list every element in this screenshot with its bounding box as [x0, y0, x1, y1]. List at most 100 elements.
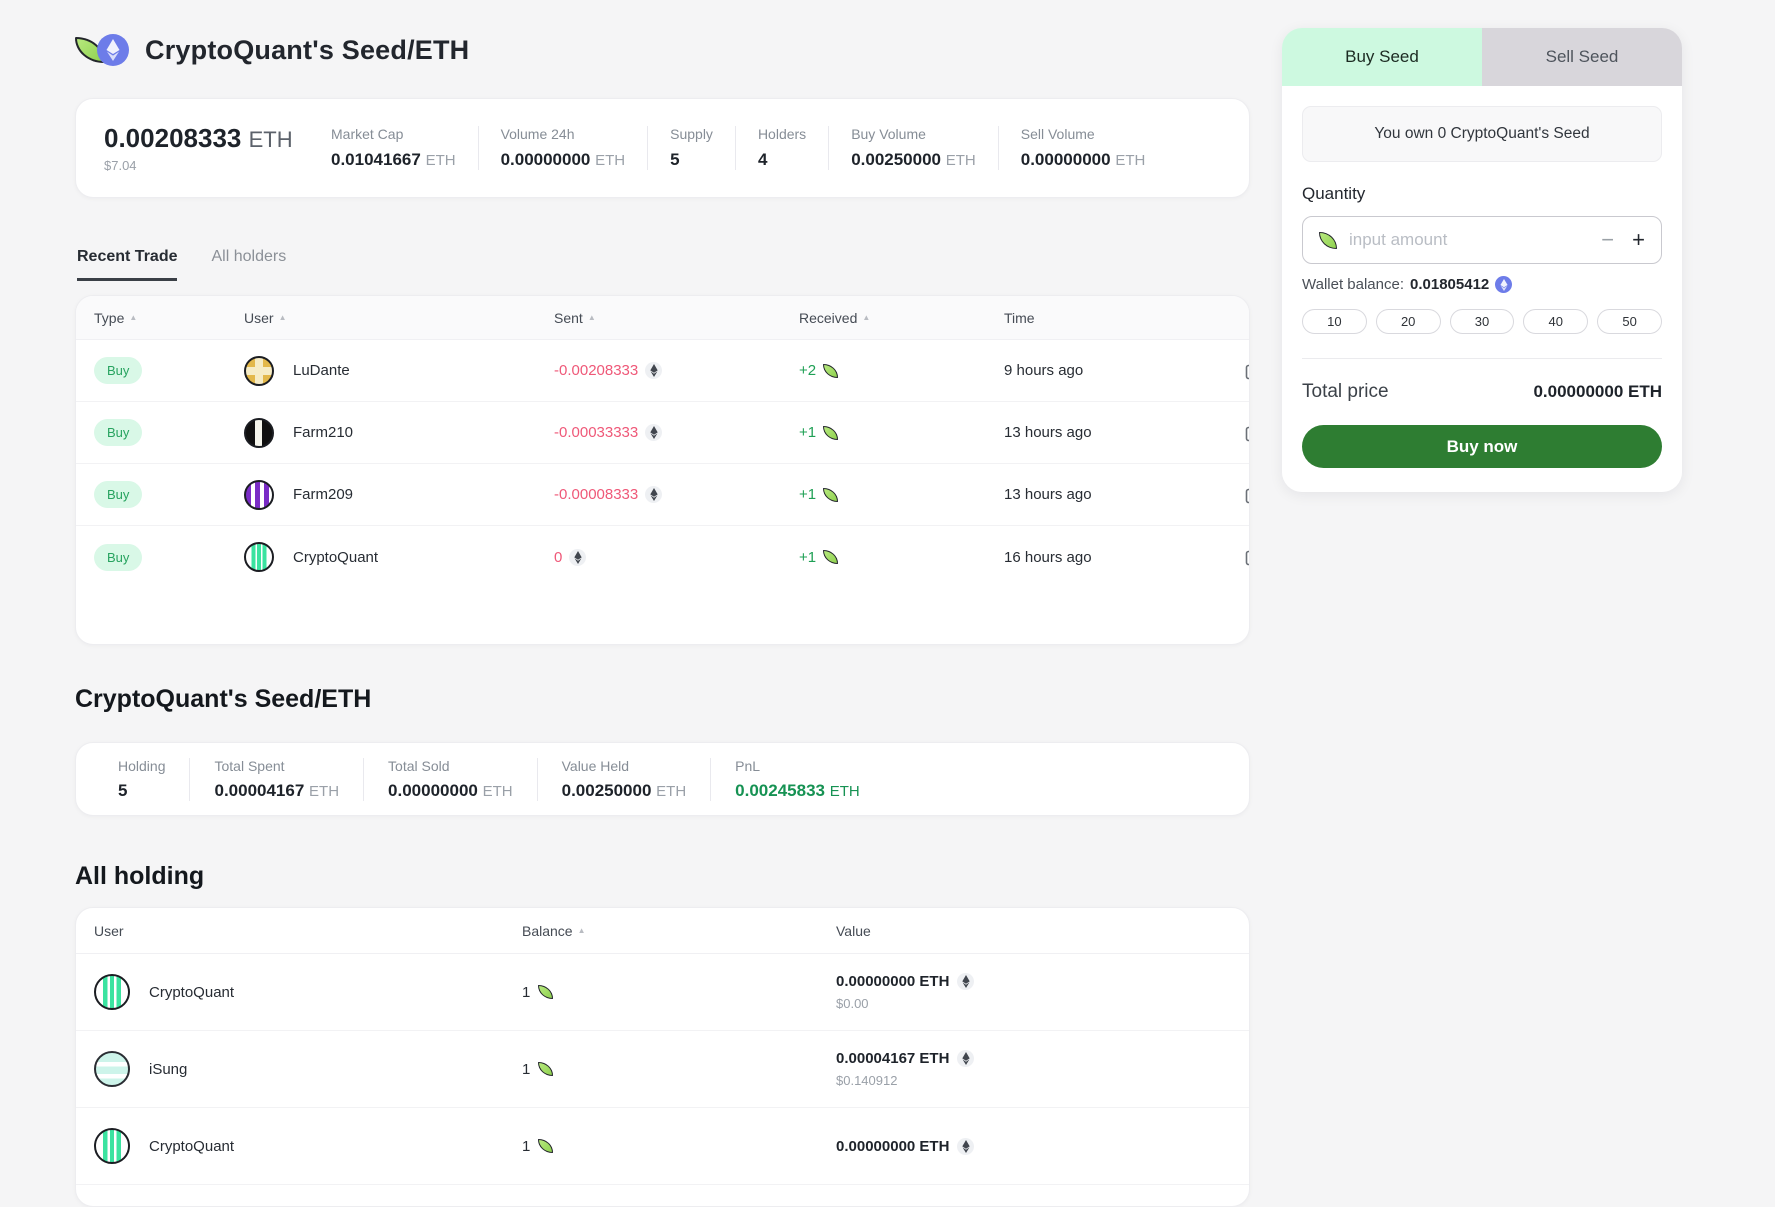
eth-icon — [569, 548, 587, 566]
quick-amount-10[interactable]: 10 — [1302, 309, 1367, 334]
table-row: Buy Farm209 -0.00008333 +1 13 hours ago — [76, 464, 1249, 526]
quick-amount-30[interactable]: 30 — [1449, 309, 1515, 334]
tab-all-holders[interactable]: All holders — [211, 248, 286, 281]
quick-amount-20[interactable]: 20 — [1375, 309, 1441, 334]
seed-leaf-icon — [538, 1062, 554, 1076]
eth-icon — [645, 362, 663, 379]
increment-button[interactable]: + — [1632, 229, 1645, 251]
avatar — [244, 542, 274, 572]
value-usd: $0.00 — [836, 996, 869, 1011]
sort-icon: ▲ — [577, 926, 586, 935]
col-user[interactable]: User ▲ — [244, 310, 554, 326]
seed-leaf-icon — [823, 363, 839, 378]
position-stats-bar: Holding 5 Total Spent 0.00004167 ETH Tot… — [75, 742, 1250, 816]
eth-icon — [957, 973, 975, 990]
token-logo — [75, 30, 129, 70]
eth-icon — [97, 34, 129, 66]
seed-leaf-icon — [538, 1139, 554, 1153]
external-link-icon[interactable] — [1244, 547, 1250, 567]
all-holding-section-title: All holding — [75, 862, 205, 890]
user-name[interactable]: CryptoQuant — [149, 1138, 234, 1155]
page-title: CryptoQuant's Seed/ETH — [145, 34, 470, 65]
balance-amount: 1 — [522, 983, 531, 1001]
price-unit: ETH — [248, 127, 293, 152]
external-link-icon[interactable] — [1244, 485, 1250, 505]
quantity-input-row: − + — [1302, 216, 1662, 264]
user-name[interactable]: CryptoQuant — [293, 549, 378, 566]
buy-now-button[interactable]: Buy now — [1302, 425, 1662, 468]
main-column: CryptoQuant's Seed/ETH 0.00208333 ETH $7… — [75, 0, 1250, 1207]
user-name[interactable]: iSung — [149, 1061, 187, 1078]
col-received[interactable]: Received ▲ — [799, 310, 1004, 326]
tab-buy-seed[interactable]: Buy Seed — [1282, 28, 1482, 86]
avatar — [244, 417, 274, 448]
trade-time: 9 hours ago — [1004, 362, 1084, 379]
eth-icon — [645, 486, 663, 503]
sent-amount: 0 — [554, 548, 563, 566]
trade-panel-tabs: Buy Seed Sell Seed — [1282, 28, 1682, 86]
trade-time: 13 hours ago — [1004, 486, 1092, 503]
user-name[interactable]: LuDante — [293, 362, 350, 379]
seed-leaf-icon — [538, 985, 554, 999]
buy-badge: Buy — [94, 357, 143, 384]
col-sent[interactable]: Sent ▲ — [554, 310, 799, 326]
eth-icon — [1495, 276, 1513, 293]
quantity-label: Quantity — [1302, 184, 1366, 203]
all-holding-table: User Balance ▲ Value CryptoQuant 1 0.0000… — [75, 907, 1250, 1207]
sent-amount: -0.00208333 — [554, 362, 639, 379]
decrement-button[interactable]: − — [1601, 229, 1614, 251]
stat-holders: Holders 4 — [734, 126, 828, 170]
avatar — [244, 479, 274, 510]
wallet-balance-label: Wallet balance: — [1302, 276, 1404, 293]
trades-header-row: Type ▲ User ▲ Sent ▲ Received ▲ Time — [76, 296, 1249, 340]
received-amount: +1 — [799, 486, 817, 503]
col-user[interactable]: User — [94, 923, 522, 939]
user-name[interactable]: Farm210 — [293, 424, 353, 441]
avatar — [94, 1128, 130, 1164]
col-type[interactable]: Type ▲ — [94, 310, 244, 326]
value-eth: 0.00004167 ETH — [836, 1050, 950, 1067]
sort-icon: ▲ — [278, 313, 287, 322]
divider — [1302, 358, 1662, 359]
value-usd: $0.140912 — [836, 1073, 898, 1088]
stat-holding: Holding 5 — [118, 757, 166, 800]
trade-time: 16 hours ago — [1004, 548, 1092, 566]
trade-panel-body: You own 0 CryptoQuant's Seed Quantity − … — [1282, 86, 1682, 492]
received-amount: +1 — [799, 424, 817, 441]
stat-pnl: PnL 0.00245833 ETH — [710, 757, 884, 801]
quantity-input[interactable] — [1349, 230, 1590, 250]
quick-amounts: 10 20 30 40 50 — [1302, 309, 1662, 334]
table-row: Buy LuDante -0.00208333 +2 9 hours ago — [76, 340, 1249, 402]
quick-amount-50[interactable]: 50 — [1597, 309, 1662, 334]
stat-supply: Supply 5 — [647, 126, 735, 170]
table-row: Buy Farm210 -0.00033333 +1 13 hours ago — [76, 402, 1249, 464]
stat-market-cap: Market Cap 0.01041667 ETH — [331, 126, 456, 169]
buy-badge: Buy — [94, 481, 143, 508]
user-name[interactable]: CryptoQuant — [149, 984, 234, 1001]
external-link-icon[interactable] — [1244, 423, 1250, 443]
quick-amount-40[interactable]: 40 — [1523, 309, 1589, 334]
received-amount: +1 — [799, 548, 817, 566]
stat-volume-24h: Volume 24h 0.00000000 ETH — [477, 126, 648, 170]
external-link-icon[interactable] — [1244, 361, 1250, 381]
page-header: CryptoQuant's Seed/ETH — [75, 24, 1250, 76]
sent-amount: -0.00008333 — [554, 486, 639, 503]
col-balance[interactable]: Balance ▲ — [522, 923, 836, 939]
user-name[interactable]: Farm209 — [293, 486, 353, 503]
col-time[interactable]: Time — [1004, 310, 1244, 326]
holdings-header-row: User Balance ▲ Value — [76, 908, 1249, 954]
tab-sell-seed[interactable]: Sell Seed — [1482, 28, 1682, 86]
table-row: iSung 1 0.00004167 ETH $0.140912 — [76, 1031, 1249, 1108]
position-section-title: CryptoQuant's Seed/ETH — [75, 685, 372, 713]
tab-recent-trade[interactable]: Recent Trade — [77, 248, 178, 281]
total-price-value: 0.00000000 ETH — [1533, 382, 1662, 401]
stat-sell-volume: Sell Volume 0.00000000 ETH — [997, 126, 1168, 170]
stat-buy-volume: Buy Volume 0.00250000 ETH — [828, 126, 998, 170]
balance-amount: 1 — [522, 1137, 531, 1155]
value-eth: 0.00000000 ETH — [836, 973, 950, 990]
buy-badge: Buy — [94, 419, 143, 446]
sort-icon: ▲ — [129, 313, 138, 322]
wallet-balance-value: 0.01805412 — [1410, 276, 1490, 293]
col-value[interactable]: Value — [836, 923, 1231, 939]
avatar — [244, 355, 274, 386]
